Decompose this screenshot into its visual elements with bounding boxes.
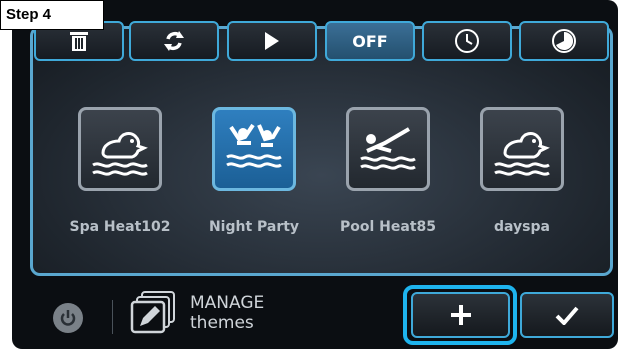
theme-label: Spa Heat102: [69, 219, 171, 235]
manage-line2: themes: [190, 313, 254, 333]
timer-button[interactable]: [519, 21, 609, 61]
theme-label: dayspa: [494, 219, 550, 235]
off-button[interactable]: OFF: [325, 21, 415, 61]
manage-line1: MANAGE: [190, 293, 265, 313]
theme-label: Pool Heat85: [339, 219, 436, 235]
refresh-button[interactable]: [129, 21, 219, 61]
theme-label: Night Party: [208, 219, 300, 235]
theme-tile-dayspa[interactable]: [480, 107, 564, 191]
divider: [112, 300, 113, 334]
theme-tile-spa-heat102[interactable]: [78, 107, 162, 191]
clock-icon: [455, 29, 479, 53]
checkmark-icon: [555, 306, 579, 325]
manage-themes-label: MANAGE themes: [190, 293, 264, 333]
theme-tile-pool-heat85[interactable]: [346, 107, 430, 191]
step-label: Step 4: [0, 0, 104, 30]
play-icon: [265, 32, 279, 50]
edit-stack-icon: [130, 291, 175, 334]
timer-icon: [552, 29, 576, 53]
swimmer-icon: [360, 127, 416, 170]
party-swimmers-icon: [226, 123, 282, 168]
power-icon: [60, 310, 76, 326]
duck-icon: [494, 132, 550, 176]
highlight-frame: [403, 285, 517, 345]
confirm-button[interactable]: [520, 292, 614, 338]
play-button[interactable]: [227, 21, 317, 61]
clock-button[interactable]: [422, 21, 512, 61]
power-button[interactable]: [53, 303, 83, 333]
refresh-icon: [164, 31, 184, 51]
theme-tile-night-party[interactable]: [212, 107, 296, 191]
duck-icon: [92, 132, 148, 176]
off-label: OFF: [352, 31, 388, 51]
trash-icon: [70, 32, 88, 51]
